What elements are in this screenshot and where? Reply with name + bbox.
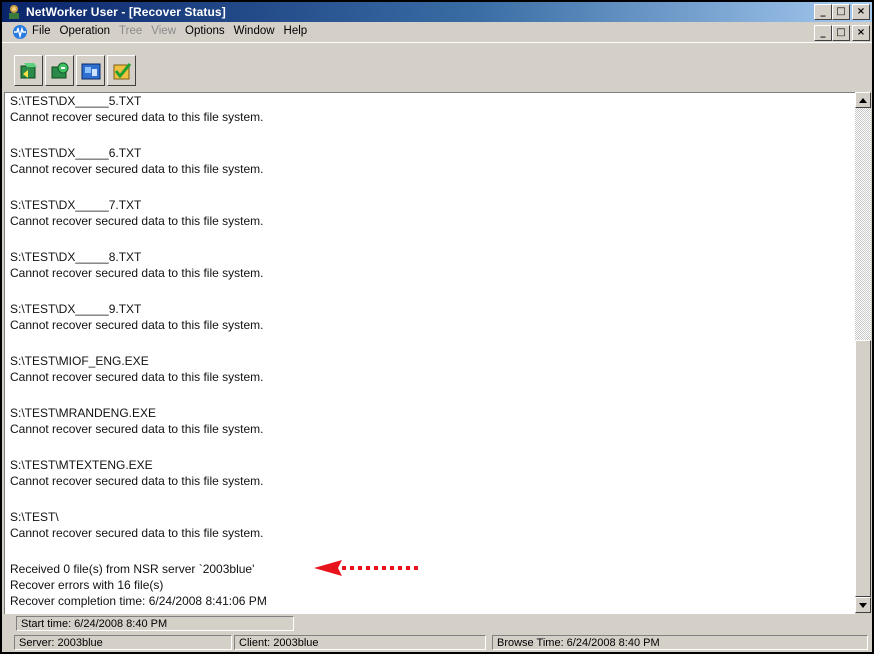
server-pane: Server: 2003blue xyxy=(14,635,232,650)
menu-options[interactable]: Options xyxy=(185,25,225,37)
log-file-path: S:\TEST\DX_____7.TXT xyxy=(10,198,142,212)
window-title: NetWorker User - [Recover Status] xyxy=(26,5,226,19)
title-bar[interactable]: NetWorker User - [Recover Status] _ □ × xyxy=(2,2,872,22)
document-minimize-button[interactable]: _ xyxy=(814,25,832,41)
completion-time-line: Recover completion time: 6/24/2008 8:41:… xyxy=(10,594,267,608)
networker-app-icon[interactable] xyxy=(6,4,22,20)
log-entry: S:\TEST\MTEXTENG.EXE Cannot recover secu… xyxy=(10,457,267,489)
log-file-path: S:\TEST\MRANDENG.EXE xyxy=(10,406,157,420)
recover-start-icon xyxy=(20,62,37,78)
recover-status-log[interactable]: S:\TEST\DX_____5.TXT Cannot recover secu… xyxy=(4,92,855,614)
menu-window[interactable]: Window xyxy=(234,25,275,37)
arrow-up-icon xyxy=(859,97,867,103)
log-message: Cannot recover secured data to this file… xyxy=(10,318,264,332)
log-message: Cannot recover secured data to this file… xyxy=(10,370,264,384)
log-message: Cannot recover secured data to this file… xyxy=(10,526,264,540)
recover-start-button[interactable] xyxy=(14,55,43,86)
menu-file[interactable]: File xyxy=(32,25,51,37)
menu-items: File Operation Tree View Options Window … xyxy=(32,25,316,37)
scroll-thumb[interactable] xyxy=(855,340,871,597)
log-file-path: S:\TEST\ xyxy=(10,510,59,524)
client-pane: Client: 2003blue xyxy=(234,635,486,650)
document-system-menu-icon[interactable] xyxy=(12,24,28,40)
log-message: Cannot recover secured data to this file… xyxy=(10,474,264,488)
minimize-button[interactable]: _ xyxy=(814,4,832,20)
log-entry: S:\TEST\DX_____8.TXT Cannot recover secu… xyxy=(10,249,267,281)
log-summary: Received 0 file(s) from NSR server `2003… xyxy=(10,561,267,609)
log-file-path: S:\TEST\DX_____8.TXT xyxy=(10,250,142,264)
log-message: Cannot recover secured data to this file… xyxy=(10,162,264,176)
mark-button[interactable] xyxy=(107,55,136,86)
mark-icon xyxy=(113,62,131,79)
log-file-path: S:\TEST\DX_____6.TXT xyxy=(10,146,142,160)
browse-icon xyxy=(81,63,100,79)
log-entry: S:\TEST\DX_____7.TXT Cannot recover secu… xyxy=(10,197,267,229)
log-entry: S:\TEST\ Cannot recover secured data to … xyxy=(10,509,267,541)
menu-tree[interactable]: Tree xyxy=(119,25,142,37)
browse-time-pane: Browse Time: 6/24/2008 8:40 PM xyxy=(492,635,868,650)
document-close-button[interactable]: × xyxy=(852,25,870,41)
log-message: Cannot recover secured data to this file… xyxy=(10,422,264,436)
toolbar xyxy=(2,42,872,93)
log-message: Cannot recover secured data to this file… xyxy=(10,266,264,280)
status-bar: Server: 2003blue Client: 2003blue Browse… xyxy=(2,634,872,652)
log-entry: S:\TEST\MIOF_ENG.EXE Cannot recover secu… xyxy=(10,353,267,385)
caption-buttons: _ □ × xyxy=(814,4,870,20)
menu-bar: File Operation Tree View Options Window … xyxy=(2,22,872,42)
document-restore-button[interactable]: □ xyxy=(832,25,850,41)
log-entry: S:\TEST\DX_____9.TXT Cannot recover secu… xyxy=(10,301,267,333)
annotation-arrow-icon xyxy=(314,560,418,576)
log-file-path: S:\TEST\DX_____5.TXT xyxy=(10,94,142,108)
close-button[interactable]: × xyxy=(852,4,870,20)
log-entry: S:\TEST\DX_____5.TXT Cannot recover secu… xyxy=(10,93,267,125)
recover-errors-line: Recover errors with 16 file(s) xyxy=(10,578,164,592)
menu-view[interactable]: View xyxy=(151,25,176,37)
menu-operation[interactable]: Operation xyxy=(60,25,111,37)
menu-help[interactable]: Help xyxy=(284,25,308,37)
arrow-down-icon xyxy=(859,602,867,608)
log-message: Cannot recover secured data to this file… xyxy=(10,214,264,228)
received-files-line: Received 0 file(s) from NSR server `2003… xyxy=(10,562,255,576)
scroll-down-button[interactable] xyxy=(855,597,871,613)
log-file-path: S:\TEST\DX_____9.TXT xyxy=(10,302,142,316)
log-message: Cannot recover secured data to this file… xyxy=(10,110,264,124)
browse-button[interactable] xyxy=(76,55,105,86)
log-entry: S:\TEST\MRANDENG.EXE Cannot recover secu… xyxy=(10,405,267,437)
scroll-up-button[interactable] xyxy=(855,92,871,108)
recover-stop-button[interactable] xyxy=(45,55,74,86)
start-time-pane: Start time: 6/24/2008 8:40 PM xyxy=(16,616,294,631)
log-file-path: S:\TEST\MTEXTENG.EXE xyxy=(10,458,153,472)
recover-stop-icon xyxy=(51,62,68,78)
document-caption-buttons: _ □ × xyxy=(814,25,870,41)
networker-window: NetWorker User - [Recover Status] _ □ × … xyxy=(0,0,874,654)
maximize-button[interactable]: □ xyxy=(832,4,850,20)
start-time-bar: Start time: 6/24/2008 8:40 PM xyxy=(2,615,872,633)
log-entry: S:\TEST\DX_____6.TXT Cannot recover secu… xyxy=(10,145,267,177)
log-file-path: S:\TEST\MIOF_ENG.EXE xyxy=(10,354,149,368)
vertical-scrollbar[interactable] xyxy=(855,92,871,613)
